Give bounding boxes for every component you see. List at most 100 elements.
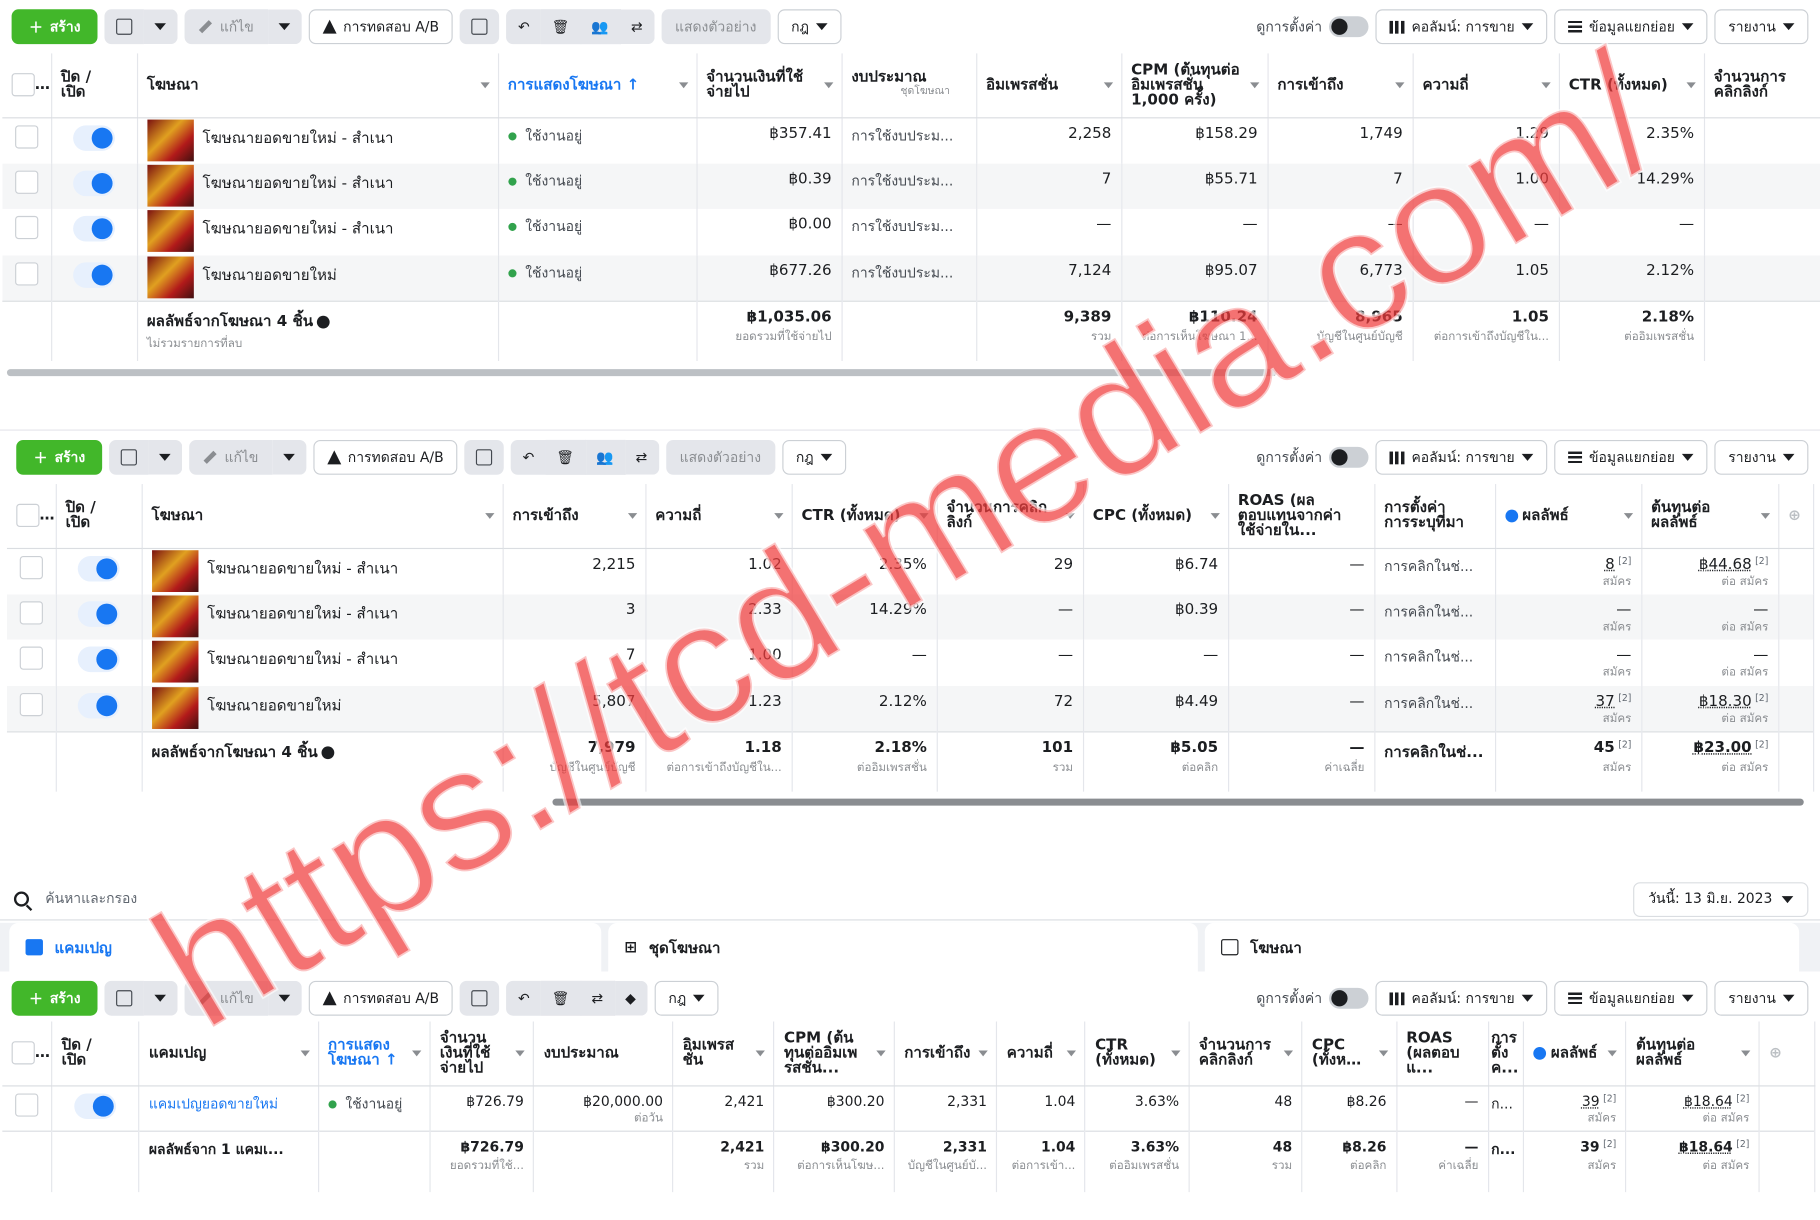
columns-button[interactable]: คอลัมน์: การขาย: [1375, 439, 1548, 475]
edit-menu-button[interactable]: [272, 439, 307, 475]
duplicate-button[interactable]: [104, 9, 145, 45]
columns-button[interactable]: คอลัมน์: การขาย: [1375, 9, 1548, 45]
col-frequency[interactable]: ความถี่: [1412, 53, 1560, 118]
ad-toggle[interactable]: [77, 600, 120, 627]
export-button[interactable]: ⇄: [580, 980, 615, 1016]
edit-button[interactable]: แก้ไข: [185, 980, 268, 1016]
create-button[interactable]: ＋สร้าง: [11, 980, 98, 1016]
row-checkbox[interactable]: [14, 170, 39, 194]
ab-test-button[interactable]: การทดสอบ A/B: [312, 439, 458, 475]
info-icon[interactable]: [321, 746, 334, 760]
delete-button[interactable]: 🗑: [541, 9, 581, 45]
table-row[interactable]: โฆษณายอดขายใหม่ ใช้งานอยู่ ฿677.26 การใช…: [2, 255, 1820, 302]
preview-button[interactable]: แสดงตัวอย่าง: [661, 9, 771, 45]
table-row[interactable]: โฆษณายอดขายใหม่ - สำเนา 3 2.33 14.29% — …: [6, 593, 1814, 640]
preview-button[interactable]: แสดงตัวอย่าง: [665, 439, 775, 475]
table-row[interactable]: โฆษณายอดขายใหม่ - สำเนา ใช้งานอยู่ ฿357.…: [2, 117, 1820, 164]
info-icon[interactable]: [316, 315, 330, 329]
create-button[interactable]: ＋สร้าง: [11, 9, 98, 45]
col-clicks[interactable]: จำนวนการคลิกลิงก์: [1703, 53, 1820, 118]
row-checkbox[interactable]: [19, 692, 43, 716]
clipboard-button[interactable]: [464, 439, 505, 475]
breakdown-button[interactable]: ข้อมูลแยกย่อย: [1554, 9, 1708, 45]
col-ctr[interactable]: CTR (ทั้งหมด): [1558, 53, 1705, 118]
delete-button[interactable]: 🗑: [545, 439, 586, 475]
tab-adsets[interactable]: ⊞ ชุดโฆษณา: [608, 922, 1198, 972]
col-frequency[interactable]: ความถี่: [996, 1021, 1086, 1086]
ad-toggle[interactable]: [73, 124, 115, 151]
ad-toggle[interactable]: [73, 170, 115, 196]
col-cost[interactable]: ต้นทุนต่อผลลัพธ์: [1641, 484, 1779, 549]
view-setup-toggle[interactable]: [1329, 16, 1369, 38]
ad-toggle[interactable]: [77, 692, 120, 719]
ad-toggle[interactable]: [73, 262, 115, 288]
columns-button[interactable]: คอลัมน์: การขาย: [1375, 980, 1548, 1016]
col-reach[interactable]: การเข้าถึง: [894, 1021, 998, 1086]
select-all-checkbox[interactable]: [16, 504, 40, 528]
duplicate-menu-button[interactable]: [144, 980, 179, 1016]
ad-name[interactable]: โฆษณายอดขายใหม่ - สำเนา: [207, 647, 398, 671]
col-attribution[interactable]: การตั้งค่าการระบุที่มา: [1374, 484, 1496, 549]
table-row[interactable]: โฆษณายอดขายใหม่ - สำเนา ใช้งานอยู่ ฿0.00…: [2, 209, 1820, 256]
duplicate-menu-button[interactable]: [144, 9, 179, 45]
clipboard-button[interactable]: [459, 980, 500, 1016]
table-row[interactable]: โฆษณายอดขายใหม่ - สำเนา 7 1.00 — — — — ก…: [6, 639, 1814, 686]
col-cpc[interactable]: CPC (ทั้งหมด): [1302, 1021, 1397, 1086]
reports-button[interactable]: รายงาน: [1714, 439, 1809, 475]
col-cpm[interactable]: CPM (ต้นทุนต่ออิมเพรสชั่น 1,000 ครั้ง): [1121, 53, 1269, 118]
horizontal-scrollbar[interactable]: [6, 369, 1277, 377]
col-roas[interactable]: ROAS (ผลตอบแทนจากค่าใช้จ่ายใน...: [1228, 484, 1375, 549]
col-ad[interactable]: โฆษณา: [141, 484, 504, 549]
col-delivery[interactable]: การแสดงโฆษณา ↑: [318, 1021, 431, 1086]
col-spent[interactable]: จำนวนเงินที่ใช้จ่ายไป: [430, 1021, 535, 1086]
horizontal-scrollbar[interactable]: [552, 798, 1804, 806]
undo-button[interactable]: ↶: [506, 980, 542, 1016]
duplicate-button[interactable]: [109, 439, 150, 475]
date-picker[interactable]: วันนี้: 13 มิ.ย. 2023: [1633, 881, 1809, 917]
export-button[interactable]: ⇄: [625, 439, 659, 475]
ad-name[interactable]: โฆษณายอดขายใหม่ - สำเนา: [203, 216, 394, 240]
campaign-name-link[interactable]: แคมเปญยอดขายใหม่: [139, 1085, 319, 1132]
ad-name[interactable]: โฆษณายอดขายใหม่ - สำเนา: [207, 601, 398, 625]
col-toggle[interactable]: ปิด / เปิด: [51, 53, 138, 118]
col-frequency[interactable]: ความถี่: [645, 484, 793, 549]
col-campaign[interactable]: แคมเปญ: [139, 1021, 319, 1086]
col-budget[interactable]: งบประมาณ ชุดโฆษณา: [841, 53, 977, 118]
add-column[interactable]: ⊕: [1759, 1021, 1816, 1086]
row-checkbox[interactable]: [19, 646, 43, 670]
col-ctr[interactable]: CTR (ทั้งหมด): [791, 484, 938, 549]
campaign-toggle[interactable]: [74, 1092, 117, 1119]
breakdown-button[interactable]: ข้อมูลแยกย่อย: [1554, 439, 1708, 475]
tag-button[interactable]: ◆: [614, 980, 648, 1016]
col-cpc[interactable]: CPC (ทั้งหมด): [1082, 484, 1229, 549]
select-all-checkbox[interactable]: [11, 1041, 35, 1065]
tab-ads[interactable]: โฆษณา: [1204, 922, 1800, 972]
row-checkbox[interactable]: [19, 555, 43, 579]
col-delivery[interactable]: การแสดงโฆษณา ↑: [497, 53, 698, 118]
col-reach[interactable]: การเข้าถึง: [502, 484, 646, 549]
search-input[interactable]: ค้นหาและกรอง: [45, 888, 1633, 910]
breakdown-button[interactable]: ข้อมูลแยกย่อย: [1554, 980, 1708, 1016]
table-row[interactable]: แคมเปญยอดขายใหม่ ใช้งานอยู่ ฿726.79 ฿20,…: [2, 1085, 1816, 1132]
rules-button[interactable]: กฎ: [781, 439, 847, 475]
rules-button[interactable]: กฎ: [654, 980, 719, 1016]
ad-toggle[interactable]: [77, 646, 120, 673]
col-budget[interactable]: งบประมาณ: [533, 1021, 674, 1086]
view-setup-toggle[interactable]: [1329, 446, 1369, 468]
col-roas[interactable]: ROAS (ผลตอบแ...: [1396, 1021, 1489, 1086]
tab-campaigns[interactable]: แคมเปญ: [9, 922, 602, 972]
clipboard-button[interactable]: [459, 9, 500, 45]
row-checkbox[interactable]: [19, 600, 43, 625]
row-checkbox[interactable]: [14, 124, 39, 149]
col-reach[interactable]: การเข้าถึง: [1267, 53, 1414, 118]
edit-button[interactable]: แก้ไข: [189, 439, 273, 475]
ab-test-button[interactable]: การทดสอบ A/B: [308, 980, 453, 1016]
undo-button[interactable]: ↶: [506, 9, 542, 45]
reports-button[interactable]: รายงาน: [1714, 9, 1809, 45]
view-setup-toggle[interactable]: [1329, 987, 1369, 1009]
col-spent[interactable]: จำนวนเงินที่ใช้จ่ายไป: [696, 53, 843, 118]
col-toggle[interactable]: ปิด / เปิด: [51, 1021, 140, 1086]
col-results[interactable]: ผลลัพธ์: [1523, 1021, 1627, 1086]
duplicate-menu-button[interactable]: [149, 439, 183, 475]
ad-name[interactable]: โฆษณายอดขายใหม่: [203, 262, 337, 286]
